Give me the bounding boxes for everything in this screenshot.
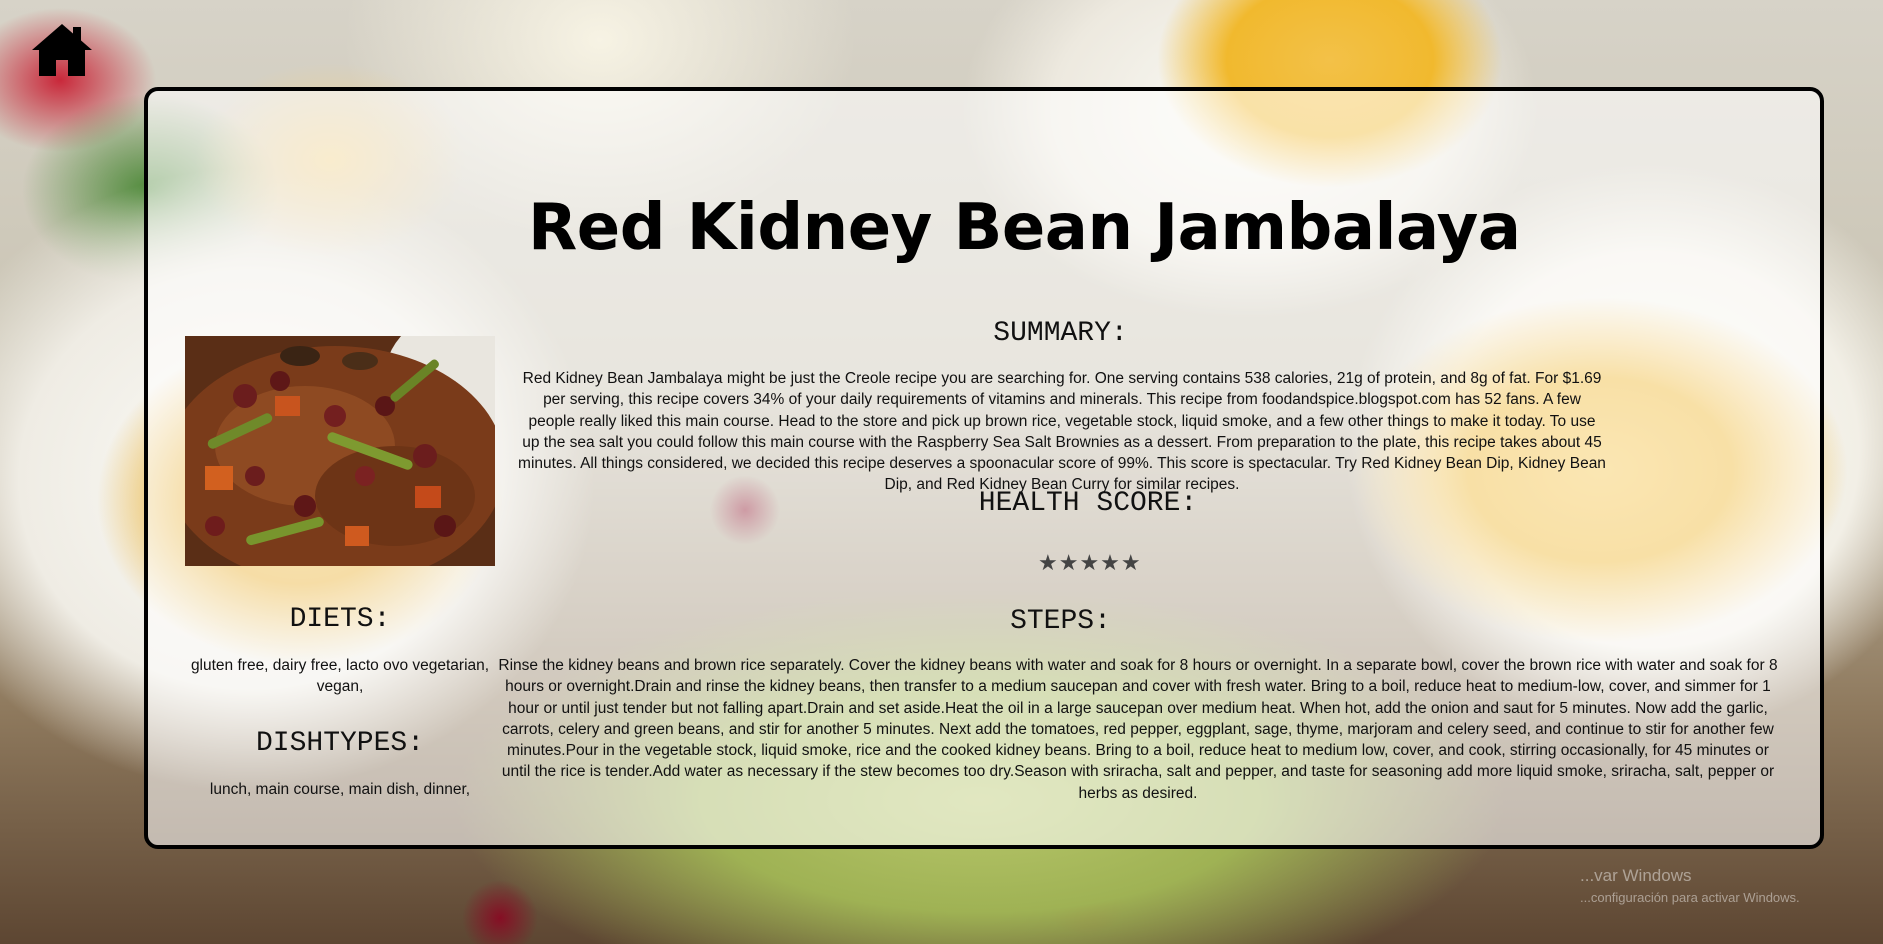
summary-heading: SUMMARY: xyxy=(993,318,1128,349)
steps-text: Rinse the kidney beans and brown rice se… xyxy=(498,657,1778,802)
home-button[interactable] xyxy=(30,20,94,80)
home-icon xyxy=(32,24,92,76)
diets-text: gluten free, dairy free, lacto ovo veget… xyxy=(190,657,490,696)
activation-watermark-text: ...configuración para activar Windows. xyxy=(1580,890,1800,905)
summary-text: Red Kidney Bean Jambalaya might be just … xyxy=(518,370,1606,494)
recipe-card: Red Kidney Bean Jambalaya SUMMARY: Red K… xyxy=(144,87,1824,849)
health-score-heading: HEALTH SCORE: xyxy=(978,488,1198,519)
diets-heading: DIETS: xyxy=(289,604,391,635)
dishtypes-text: lunch, main course, main dish, dinner, xyxy=(209,781,471,798)
dishtypes-heading: DISHTYPES: xyxy=(255,728,425,759)
recipe-title: Red Kidney Bean Jambalaya xyxy=(528,191,1521,265)
steps-heading: STEPS: xyxy=(1010,606,1111,637)
health-score-stars: ★★★★★ xyxy=(1038,551,1142,576)
activation-watermark-title: ...var Windows xyxy=(1580,866,1692,885)
recipe-image xyxy=(185,336,495,566)
